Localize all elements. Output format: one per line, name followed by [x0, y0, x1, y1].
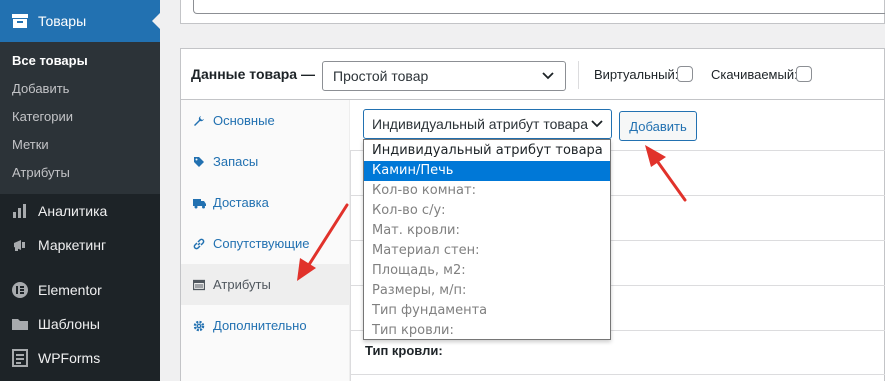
table-icon: [193, 279, 209, 291]
menu-item-label: Товары: [38, 13, 87, 29]
tab-label: Атрибуты: [213, 277, 271, 292]
archive-icon: [10, 11, 30, 31]
gear-icon: [193, 320, 209, 332]
dropdown-option[interactable]: Тип кровли:: [364, 321, 610, 341]
product-data-header: Данные товара — Простой товар Виртуальны…: [181, 49, 885, 100]
dropdown-option[interactable]: Размеры, м/п:: [364, 281, 610, 301]
dropdown-option[interactable]: Тип фундамента: [364, 301, 610, 321]
dropdown-option[interactable]: Площадь, м2:: [364, 261, 610, 281]
truck-icon: [193, 197, 209, 209]
tab-label: Основные: [213, 113, 275, 128]
tab-advanced[interactable]: Дополнительно: [181, 305, 350, 346]
forms-icon: [10, 348, 30, 368]
attribute-name-label: Тип кровли:: [365, 343, 443, 358]
folder-icon: [10, 314, 30, 334]
megaphone-icon: [10, 235, 30, 255]
dropdown-option[interactable]: Кол-во с/у:: [364, 201, 610, 221]
tab-label: Сопутствующие: [213, 236, 310, 251]
submenu-attributes[interactable]: Атрибуты: [12, 165, 70, 180]
menu-item-label: Аналитика: [38, 203, 108, 219]
dropdown-option[interactable]: Кол-во комнат:: [364, 181, 610, 201]
add-attribute-button[interactable]: Добавить: [619, 111, 697, 141]
tab-label: Запасы: [213, 154, 259, 169]
submenu-categories[interactable]: Категории: [12, 109, 73, 124]
menu-item-label: WPForms: [38, 350, 101, 366]
chevron-down-icon: [591, 120, 603, 128]
editor-field-edge: [193, 0, 885, 14]
attribute-row-divider: [350, 374, 885, 375]
tab-shipping[interactable]: Доставка: [181, 182, 350, 223]
tab-inventory[interactable]: Запасы: [181, 141, 350, 182]
editor-box-top: [180, 0, 885, 24]
virtual-label: Виртуальный:: [594, 67, 679, 82]
product-type-value: Простой товар: [333, 68, 429, 84]
tab-label: Дополнительно: [213, 318, 307, 333]
submenu-all-products[interactable]: Все товары: [12, 53, 88, 68]
attribute-list-edge: [350, 150, 351, 381]
tag-icon: [193, 156, 209, 168]
menu-item-label: Elementor: [38, 282, 102, 298]
attribute-taxonomy-select[interactable]: Индивидуальный атрибут товара: [363, 109, 612, 139]
elementor-icon: [10, 280, 30, 300]
tab-label: Доставка: [213, 195, 269, 210]
link-icon: [193, 238, 209, 250]
current-indicator: [152, 13, 160, 29]
downloadable-label: Скачиваемый:: [711, 67, 798, 82]
menu-item-label: Шаблоны: [38, 316, 100, 332]
submenu-add[interactable]: Добавить: [12, 81, 69, 96]
chart-bar-icon: [10, 201, 30, 221]
tab-attributes[interactable]: Атрибуты: [181, 264, 350, 305]
menu-item-elementor[interactable]: Elementor: [0, 273, 160, 307]
admin-sidebar: Товары Все товары Добавить Категории Мет…: [0, 0, 160, 381]
downloadable-checkbox[interactable]: [796, 66, 812, 82]
menu-item-label: Маркетинг: [38, 237, 107, 253]
virtual-checkbox[interactable]: [677, 66, 693, 82]
menu-item-wpforms[interactable]: WPForms: [0, 341, 160, 375]
tab-general[interactable]: Основные: [181, 100, 350, 141]
submenu-tags[interactable]: Метки: [12, 137, 49, 152]
menu-item-templates[interactable]: Шаблоны: [0, 307, 160, 341]
dropdown-option[interactable]: Мат. кровли:: [364, 221, 610, 241]
product-data-tabs: Основные Запасы Доставка Сопутствующие А…: [181, 100, 350, 381]
attribute-select-value: Индивидуальный атрибут товара: [372, 116, 588, 132]
products-submenu: Все товары Добавить Категории Метки Атри…: [0, 42, 160, 194]
chevron-down-icon: [542, 72, 554, 80]
product-data-title: Данные товара —: [191, 66, 315, 82]
attribute-dropdown-list: Индивидуальный атрибут товара Камин/Печь…: [363, 139, 611, 340]
tab-linked-products[interactable]: Сопутствующие: [181, 223, 350, 264]
menu-item-products[interactable]: Товары: [0, 0, 160, 42]
divider: [578, 61, 579, 89]
wrench-icon: [193, 115, 209, 127]
product-type-select[interactable]: Простой товар: [322, 61, 566, 91]
dropdown-option-highlighted[interactable]: Камин/Печь: [364, 161, 610, 181]
menu-item-analytics[interactable]: Аналитика: [0, 194, 160, 228]
menu-item-marketing[interactable]: Маркетинг: [0, 228, 160, 262]
dropdown-option[interactable]: Индивидуальный атрибут товара: [364, 141, 610, 161]
dropdown-option[interactable]: Материал стен:: [364, 241, 610, 261]
